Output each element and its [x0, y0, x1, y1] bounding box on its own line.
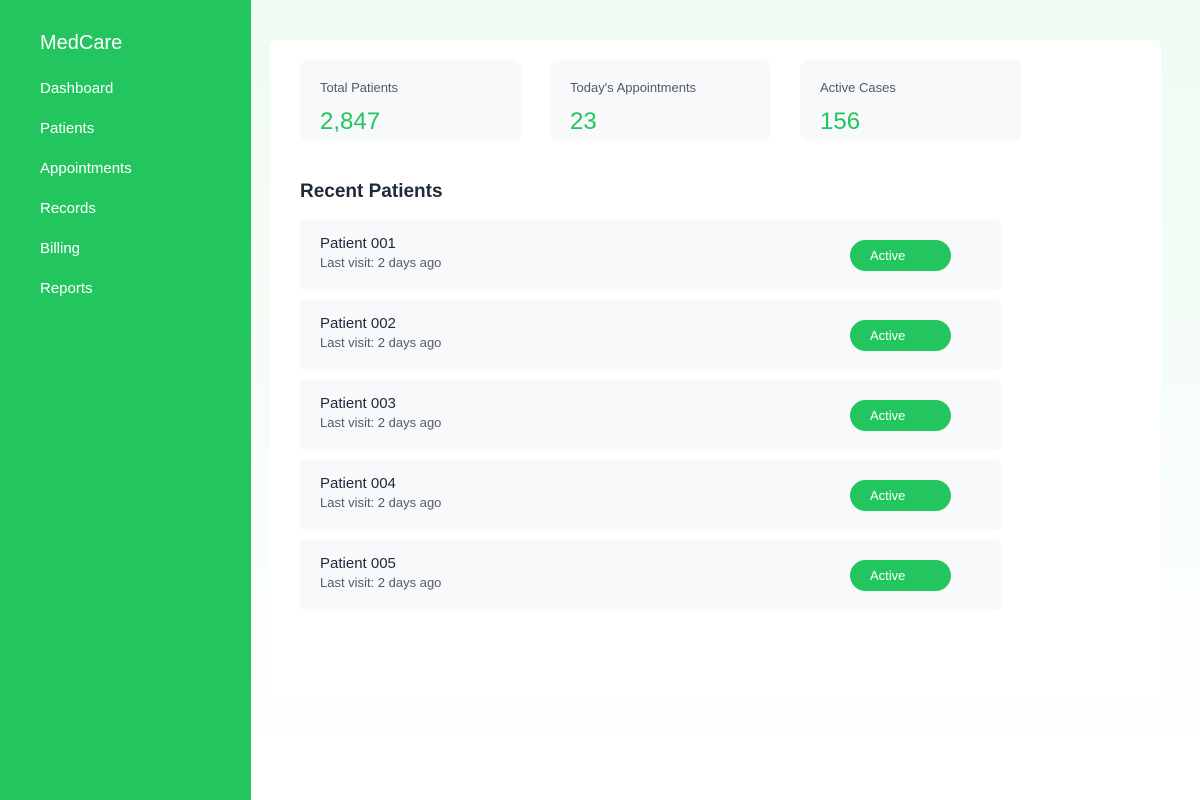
sidebar-item-billing[interactable]: Billing [0, 238, 251, 278]
list-item[interactable]: Patient 001 Last visit: 2 days ago Activ… [300, 220, 1001, 291]
list-item[interactable]: Patient 002 Last visit: 2 days ago Activ… [300, 300, 1001, 371]
sidebar-nav: Dashboard Patients Appointments Records … [0, 78, 251, 318]
patient-name: Patient 003 [320, 395, 396, 412]
app-root: MedCare Dashboard Patients Appointments … [0, 0, 1200, 800]
brand-logo: MedCare [40, 32, 123, 54]
stat-value: 2,847 [320, 108, 381, 135]
patient-last-visit: Last visit: 2 days ago [320, 415, 442, 430]
stat-label: Today's Appointments [570, 80, 697, 95]
stat-label: Total Patients [320, 80, 399, 95]
stat-card-todays-appointments: Today's Appointments 23 [550, 60, 771, 141]
sidebar-item-dashboard[interactable]: Dashboard [0, 78, 251, 118]
stat-value: 156 [820, 108, 861, 135]
status-badge: Active [850, 240, 951, 271]
patient-name: Patient 002 [320, 315, 396, 332]
patient-name: Patient 001 [320, 235, 396, 252]
sidebar-item-appointments[interactable]: Appointments [0, 158, 251, 198]
stat-label: Active Cases [820, 80, 896, 95]
patient-name: Patient 004 [320, 475, 396, 492]
patient-last-visit: Last visit: 2 days ago [320, 575, 442, 590]
dashboard-panel: Total Patients 2,847 Today's Appointment… [270, 40, 1161, 695]
status-badge: Active [850, 400, 951, 431]
stat-card-total-patients: Total Patients 2,847 [300, 60, 521, 141]
list-item[interactable]: Patient 005 Last visit: 2 days ago Activ… [300, 540, 1001, 611]
patient-last-visit: Last visit: 2 days ago [320, 335, 442, 350]
recent-patients-title: Recent Patients [300, 181, 443, 202]
status-badge: Active [850, 480, 951, 511]
status-badge: Active [850, 560, 951, 591]
patient-name: Patient 005 [320, 555, 396, 572]
stat-value: 23 [570, 108, 597, 135]
sidebar-item-reports[interactable]: Reports [0, 278, 251, 318]
status-badge: Active [850, 320, 951, 351]
recent-patients-list: Patient 001 Last visit: 2 days ago Activ… [300, 220, 1001, 620]
stat-card-active-cases: Active Cases 156 [800, 60, 1021, 141]
sidebar-item-records[interactable]: Records [0, 198, 251, 238]
list-item[interactable]: Patient 004 Last visit: 2 days ago Activ… [300, 460, 1001, 531]
patient-last-visit: Last visit: 2 days ago [320, 495, 442, 510]
list-item[interactable]: Patient 003 Last visit: 2 days ago Activ… [300, 380, 1001, 451]
sidebar-item-patients[interactable]: Patients [0, 118, 251, 158]
sidebar: MedCare Dashboard Patients Appointments … [0, 0, 251, 800]
patient-last-visit: Last visit: 2 days ago [320, 255, 442, 270]
